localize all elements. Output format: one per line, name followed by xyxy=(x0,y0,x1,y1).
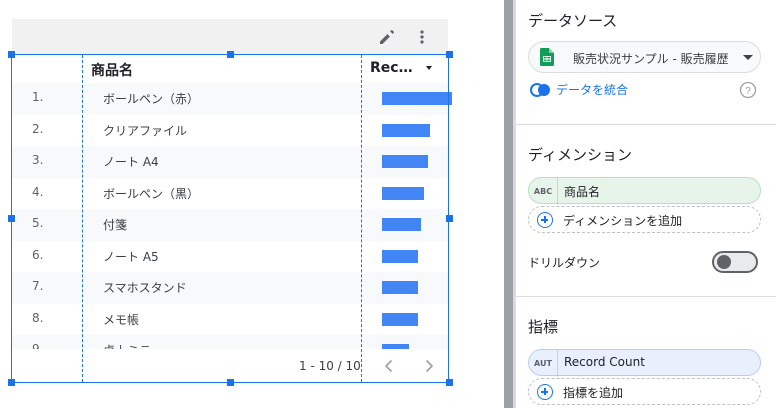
sheets-icon xyxy=(540,48,554,70)
add-circle-icon xyxy=(537,384,553,400)
dimension-chip[interactable]: ABC 商品名 xyxy=(528,177,761,205)
report-canvas: 商品名 Rec… 1. ボールペン（赤） 2. クリアファイル 3. ノート A… xyxy=(0,0,474,408)
datasource-title: データソース xyxy=(528,12,618,30)
metric-title: 指標 xyxy=(528,318,559,336)
resize-handle[interactable] xyxy=(8,379,15,386)
resize-handle[interactable] xyxy=(446,51,453,58)
resize-handle[interactable] xyxy=(446,379,453,386)
properties-panel: データソース 販売状況サンプル - 販売履歴 データを統合 ? ディメンション … xyxy=(516,0,776,408)
help-icon[interactable]: ? xyxy=(739,81,757,103)
resize-handle[interactable] xyxy=(227,379,234,386)
field-type-badge: ABC xyxy=(529,178,558,205)
section-divider xyxy=(516,124,776,125)
blend-label: データを統合 xyxy=(556,83,629,97)
drilldown-toggle[interactable] xyxy=(712,251,758,273)
pencil-icon[interactable] xyxy=(377,27,397,47)
dimension-title: ディメンション xyxy=(528,146,632,164)
section-divider xyxy=(516,296,776,297)
drilldown-label: ドリルダウン xyxy=(528,256,601,270)
canvas-gutter xyxy=(474,0,504,408)
dimension-chip-label: 商品名 xyxy=(564,185,601,199)
blend-icon xyxy=(530,82,552,102)
toggle-knob xyxy=(717,255,731,269)
add-dimension-button[interactable]: ディメンションを追加 xyxy=(528,206,761,233)
more-vert-icon[interactable] xyxy=(412,27,432,47)
add-metric-button[interactable]: 指標を追加 xyxy=(528,378,761,405)
column-divider xyxy=(82,55,83,382)
panel-scrollbar[interactable] xyxy=(504,0,513,408)
datasource-name: 販売状況サンプル - 販売履歴 xyxy=(573,52,729,66)
selection-frame xyxy=(11,54,449,383)
metric-chip-label: Record Count xyxy=(564,355,645,369)
add-dimension-label: ディメンションを追加 xyxy=(563,214,683,228)
datasource-select[interactable]: 販売状況サンプル - 販売履歴 xyxy=(528,41,761,73)
dropdown-arrow-icon xyxy=(743,55,753,60)
field-type-badge: AUT xyxy=(529,350,558,377)
add-circle-icon xyxy=(537,212,553,228)
resize-handle[interactable] xyxy=(227,51,234,58)
metric-chip[interactable]: AUT Record Count xyxy=(528,349,761,377)
svg-text:?: ? xyxy=(745,86,751,97)
resize-handle[interactable] xyxy=(8,51,15,58)
resize-handle[interactable] xyxy=(8,215,15,222)
add-metric-label: 指標を追加 xyxy=(563,386,624,400)
resize-handle[interactable] xyxy=(446,215,453,222)
column-divider xyxy=(361,55,362,382)
chart-header xyxy=(12,19,448,55)
